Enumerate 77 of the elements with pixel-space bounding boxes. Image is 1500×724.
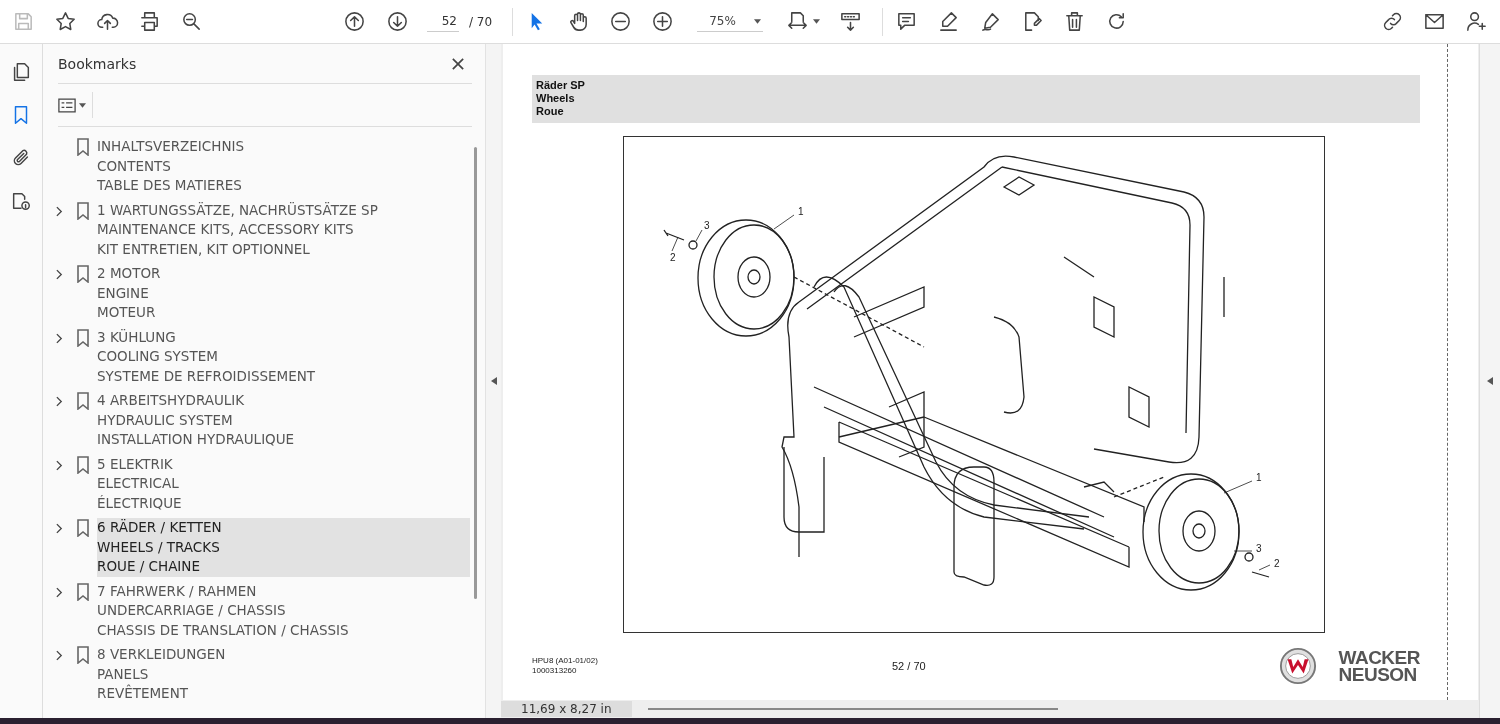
bookmark-item[interactable]: 3 KÜHLUNG COOLING SYSTEM SYSTEME DE REFROIDISSEMENT — [97, 327, 470, 386]
bookmark-icon — [77, 582, 89, 601]
bookmark-item[interactable]: 2 MOTOR ENGINE MOTEUR — [97, 264, 470, 323]
zoom-in-icon[interactable] — [651, 10, 675, 33]
bookmark-item[interactable]: 6 RÄDER / KETTEN WHEELS / TRACKS ROUE / CHAINE — [97, 518, 470, 577]
callout-number: 2 — [670, 252, 676, 263]
callout-number: 3 — [1256, 543, 1262, 554]
header-line: Räder SP — [536, 79, 586, 92]
leader-line — [671, 236, 679, 252]
up-arrow-icon[interactable] — [343, 10, 366, 33]
expand-chevron-icon[interactable] — [56, 396, 63, 407]
expand-chevron-icon[interactable] — [56, 650, 63, 661]
bookmark-icon — [77, 646, 89, 664]
expand-chevron-icon[interactable] — [56, 459, 63, 471]
bookmark-icon — [77, 328, 89, 347]
expand-chevron-icon[interactable] — [56, 586, 63, 598]
brand-name: WACKER — [1338, 649, 1420, 666]
bookmark-item[interactable]: INHALTSVERZEICHNIS CONTENTS TABLE DES MATIERES — [97, 137, 470, 196]
zoom-dropdown[interactable]: 75% — [697, 11, 764, 32]
list-icon — [58, 97, 76, 113]
bolt-drawing — [663, 229, 685, 241]
bookmark-icon — [77, 392, 89, 410]
bookmark-icon — [77, 265, 89, 283]
page-count: / 70 — [469, 14, 493, 29]
leader-line — [773, 214, 795, 230]
bookmark-item[interactable]: 4 ARBEITSHYDRAULIK HYDRAULIC SYSTEM INSTALLATION HYDRAULIQUE — [97, 391, 470, 450]
add-person-icon[interactable] — [1465, 10, 1488, 33]
document-code: 1000313260 — [532, 666, 578, 676]
bookmark-icon — [77, 138, 89, 156]
scrollbar[interactable] — [647, 708, 1058, 710]
scroll-mode-icon[interactable] — [839, 10, 863, 33]
expand-chevron-icon[interactable] — [56, 523, 63, 534]
print-icon[interactable] — [138, 10, 161, 33]
bookmark-item[interactable]: 1 WARTUNGSSÄTZE, NACHRÜSTSÄTZE SP MAINTENANCE KITS, ACCESSORY KITS KIT ENTRETIEN, KIT OPTIONNEL — [97, 200, 470, 259]
washer-drawing — [688, 240, 698, 250]
w-logo-icon — [1278, 647, 1317, 685]
leader-line — [1258, 564, 1271, 571]
expand-chevron-icon[interactable] — [56, 332, 63, 344]
bookmark-item[interactable]: 8 VERKLEIDUNGEN PANELS REVÊTEMENT — [97, 645, 470, 704]
scrollbar[interactable] — [474, 147, 477, 599]
panel-title: Bookmarks — [58, 55, 137, 72]
page-number-field[interactable]: 52 — [427, 11, 459, 32]
link-icon[interactable] — [1381, 10, 1404, 33]
file-info-icon[interactable] — [10, 190, 32, 212]
callout-number: 2 — [1274, 558, 1280, 569]
leader-line — [1223, 480, 1253, 494]
document-code: HPU8 (A01-01/02) — [532, 656, 599, 666]
options-button[interactable] — [58, 92, 93, 118]
callout-number: 1 — [798, 206, 804, 217]
bolt-drawing — [1251, 571, 1270, 578]
collapse-arrow-icon[interactable] — [490, 377, 497, 385]
down-arrow-icon[interactable] — [386, 10, 409, 33]
star-icon[interactable] — [54, 10, 77, 33]
leader-line — [1233, 550, 1253, 552]
callout-number: 3 — [704, 220, 710, 231]
caret-icon — [754, 18, 762, 24]
caret-icon — [79, 102, 86, 108]
caret-icon — [813, 19, 821, 24]
header-line: Roue — [536, 105, 565, 118]
expand-arrow-icon[interactable] — [1487, 377, 1493, 385]
bookmark-icon — [77, 455, 89, 474]
zoom-out-icon[interactable] — [180, 10, 203, 33]
header-line: Wheels — [536, 92, 576, 105]
leader-line — [695, 229, 703, 242]
brand-name: NEUSON — [1338, 666, 1418, 683]
zoom-out-icon[interactable] — [609, 10, 633, 33]
bookmark-item[interactable]: 7 FAHRWERK / RAHMEN UNDERCARRIAGE / CHASSIS CHASSIS DE TRANSLATION / CHASSIS — [97, 581, 470, 640]
bookmark-icon — [77, 201, 89, 220]
bookmark-icon — [77, 519, 89, 537]
bookmark-item[interactable]: 5 ELEKTRIK ELECTRICAL ÉLECTRIQUE — [97, 454, 470, 513]
callout-number: 1 — [1256, 472, 1262, 483]
expand-chevron-icon[interactable] — [56, 205, 63, 217]
washer-drawing — [1244, 552, 1254, 562]
expand-chevron-icon[interactable] — [56, 269, 63, 280]
page-label: 52 / 70 — [892, 660, 927, 672]
page-size: 11,69 x 8,27 in — [501, 701, 632, 717]
close-icon[interactable] — [452, 57, 464, 70]
